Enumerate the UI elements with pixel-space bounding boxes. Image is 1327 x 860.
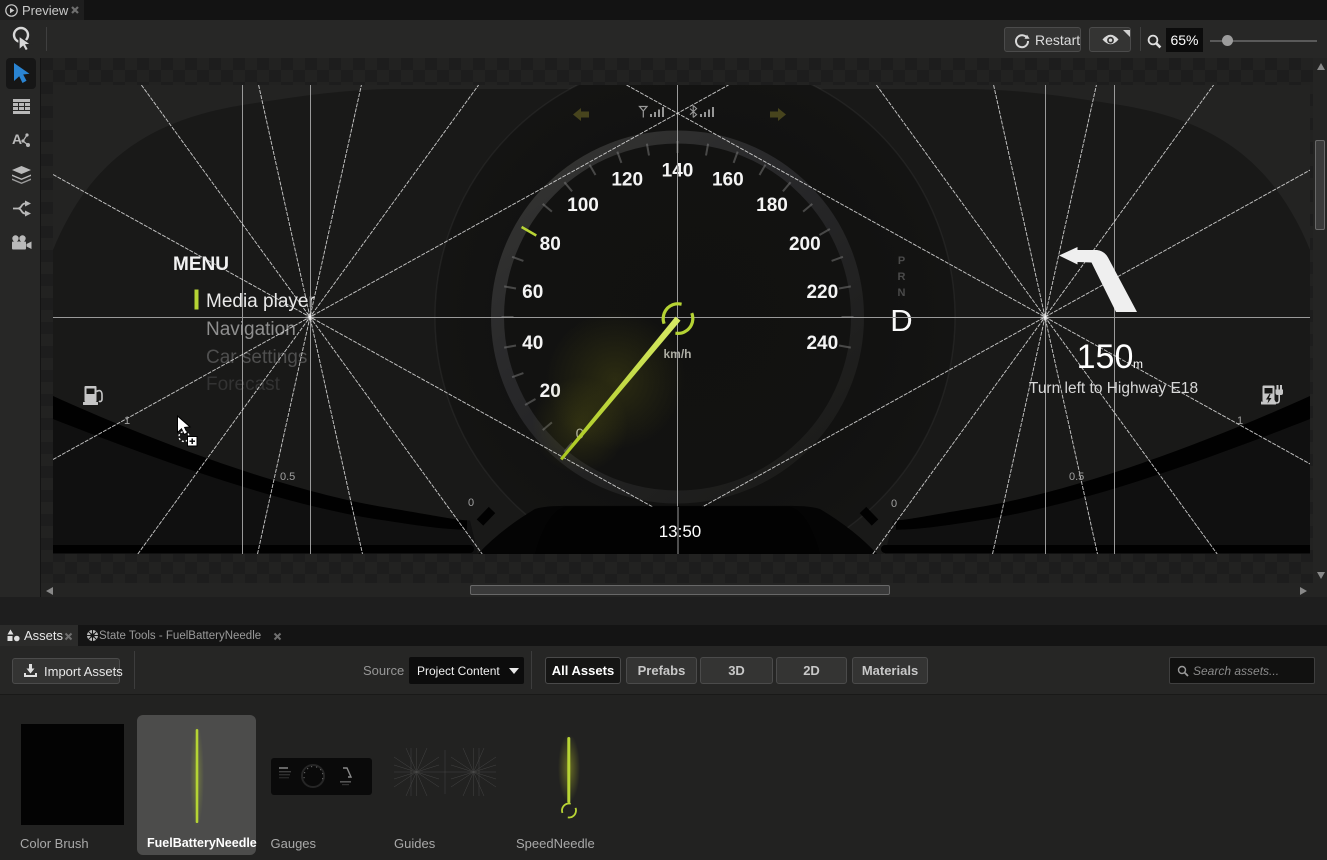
- svg-text:1: 1: [124, 415, 130, 427]
- svg-text:1: 1: [1237, 415, 1243, 427]
- svg-text:A: A: [12, 131, 22, 147]
- svg-text:Forecast: Forecast: [206, 374, 281, 395]
- svg-text:220: 220: [806, 282, 838, 303]
- svg-text:100: 100: [567, 195, 599, 216]
- svg-text:N: N: [898, 287, 906, 299]
- svg-text:0: 0: [468, 497, 474, 509]
- svg-text:120: 120: [611, 169, 643, 190]
- svg-text:80: 80: [540, 234, 561, 255]
- svg-text:0: 0: [891, 498, 897, 510]
- svg-text:Navigation: Navigation: [206, 319, 296, 340]
- svg-text:Car settings: Car settings: [206, 347, 307, 368]
- svg-text:13:50: 13:50: [659, 522, 702, 541]
- svg-text:150: 150: [1077, 338, 1134, 376]
- svg-text:0.5: 0.5: [280, 471, 295, 483]
- svg-text:200: 200: [789, 234, 821, 255]
- svg-text:P: P: [898, 255, 905, 267]
- svg-text:60: 60: [522, 282, 543, 303]
- svg-text:Turn left to Highway E18: Turn left to Highway E18: [1029, 380, 1198, 397]
- svg-text:180: 180: [756, 195, 788, 216]
- svg-text:m: m: [1133, 357, 1143, 371]
- svg-text:40: 40: [522, 333, 543, 354]
- svg-text:0.5: 0.5: [1069, 471, 1084, 483]
- svg-text:240: 240: [806, 333, 838, 354]
- svg-text:D: D: [890, 303, 912, 338]
- svg-text:MENU: MENU: [173, 254, 229, 275]
- svg-text:160: 160: [712, 169, 744, 190]
- svg-text:R: R: [898, 271, 906, 283]
